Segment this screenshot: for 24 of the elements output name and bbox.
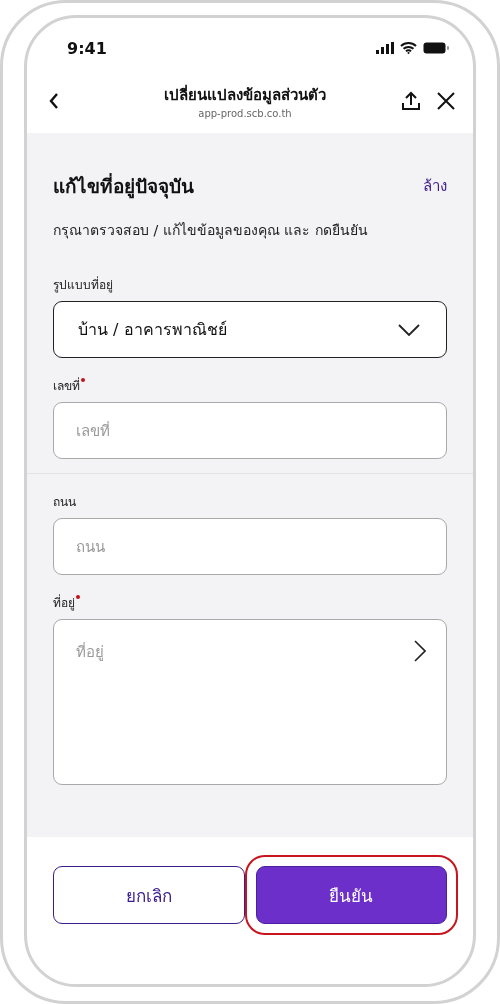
back-icon bbox=[49, 92, 59, 109]
form-title: แก้ไขที่อยู่ปัจจุบัน bbox=[53, 172, 194, 201]
wifi-icon bbox=[400, 42, 417, 54]
page-title: เปลี่ยนแปลงข้อมูลส่วนตัว bbox=[164, 83, 326, 107]
page-url: app-prod.scb.co.th bbox=[198, 107, 292, 119]
required-mark bbox=[81, 378, 85, 382]
address-type-dropdown[interactable]: บ้าน / อาคารพาณิชย์ bbox=[53, 301, 447, 358]
share-icon bbox=[401, 90, 421, 111]
input-field[interactable]: ถนน bbox=[53, 518, 447, 575]
battery-icon bbox=[423, 42, 449, 54]
cancel-button[interactable]: ยกเลิก bbox=[53, 866, 245, 924]
chevron-right-icon bbox=[414, 640, 426, 662]
field-label: เลขที่ bbox=[53, 376, 447, 395]
signal-icon bbox=[376, 42, 394, 54]
chevron-down-icon bbox=[398, 323, 420, 336]
input-field[interactable]: เลขที่ bbox=[53, 402, 447, 459]
field-label: รูปแบบที่อยู่ bbox=[53, 275, 114, 294]
field-label: ที่อยู่ bbox=[53, 593, 447, 612]
status-time: 9:41 bbox=[67, 38, 107, 58]
close-icon bbox=[437, 91, 455, 110]
form-subtitle: กรุณาตรวจสอบ / แก้ไขข้อมูลของคุณ และ กดยืนยัน bbox=[53, 221, 369, 241]
field-label: ถนน bbox=[53, 494, 77, 511]
required-mark bbox=[76, 595, 80, 599]
clear-link[interactable]: ล้าง bbox=[423, 174, 447, 198]
